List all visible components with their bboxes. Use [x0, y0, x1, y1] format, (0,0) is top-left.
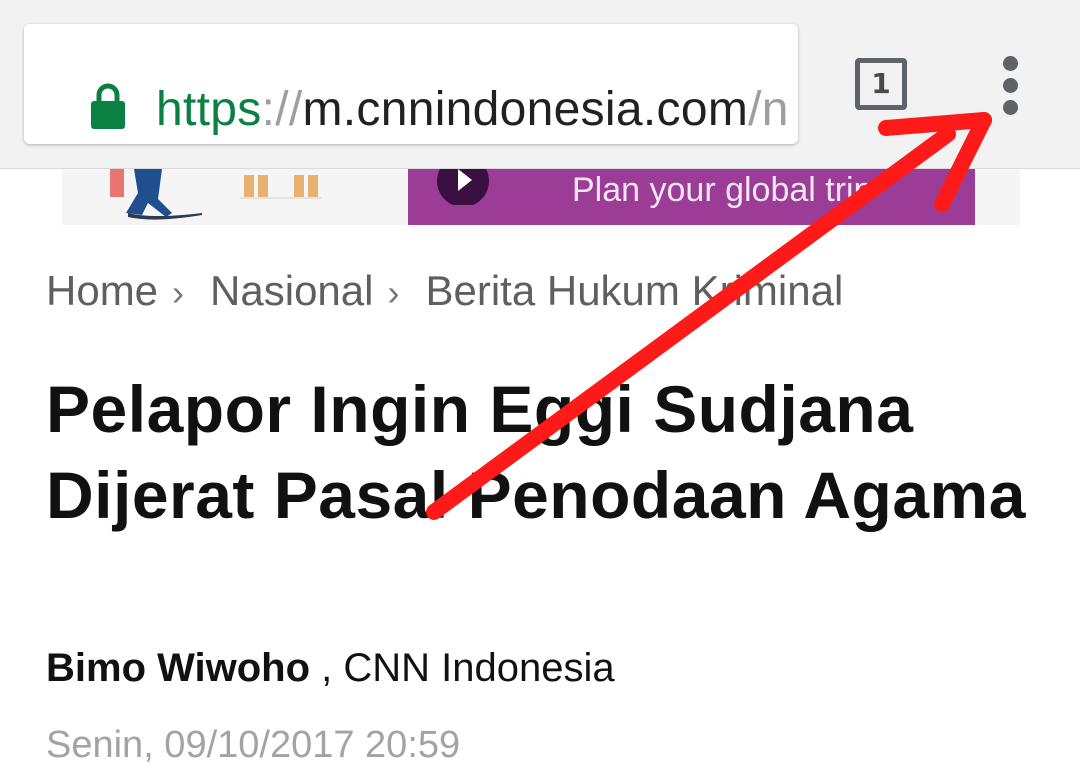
chevron-right-icon: › [387, 272, 400, 313]
address-bar[interactable]: https://m.cnnindonesia.com/n [24, 24, 798, 144]
byline: Bimo Wiwoho , CNN Indonesia [46, 644, 615, 692]
url-separator: :// [261, 83, 303, 136]
url-host: m.cnnindonesia.com [302, 83, 749, 136]
lock-icon[interactable] [90, 82, 126, 130]
ad-illustration [110, 169, 322, 220]
breadcrumb: Home › Nasional › Berita Hukum Kriminal [46, 266, 843, 318]
breadcrumb-hukum-kriminal[interactable]: Berita Hukum Kriminal [425, 267, 843, 314]
play-icon [437, 169, 489, 205]
overflow-menu-icon[interactable] [998, 56, 1024, 116]
breadcrumb-home[interactable]: Home [46, 267, 158, 314]
ad-cta[interactable]: Plan your global trip [408, 169, 975, 225]
chevron-right-icon: › [172, 272, 185, 313]
url-scheme: https [156, 83, 262, 136]
author-name[interactable]: Bimo Wiwoho [46, 646, 310, 690]
publish-timestamp: Senin, 09/10/2017 20:59 [46, 724, 461, 766]
tab-switcher-button[interactable]: 1 [855, 58, 907, 110]
browser-toolbar: https://m.cnnindonesia.com/n 1 [0, 0, 1080, 169]
ad-banner[interactable]: Plan your global trip [62, 169, 1020, 225]
article-title: Pelapor Ingin Eggi Sudjana Dijerat Pasal… [46, 372, 1026, 532]
url-text[interactable]: https://m.cnnindonesia.com/n [156, 82, 798, 138]
url-path: /n [748, 83, 789, 136]
ad-cta-text: Plan your global trip [572, 171, 873, 209]
source-name: CNN Indonesia [343, 646, 615, 690]
breadcrumb-nasional[interactable]: Nasional [210, 267, 373, 314]
byline-separator: , [310, 646, 344, 690]
